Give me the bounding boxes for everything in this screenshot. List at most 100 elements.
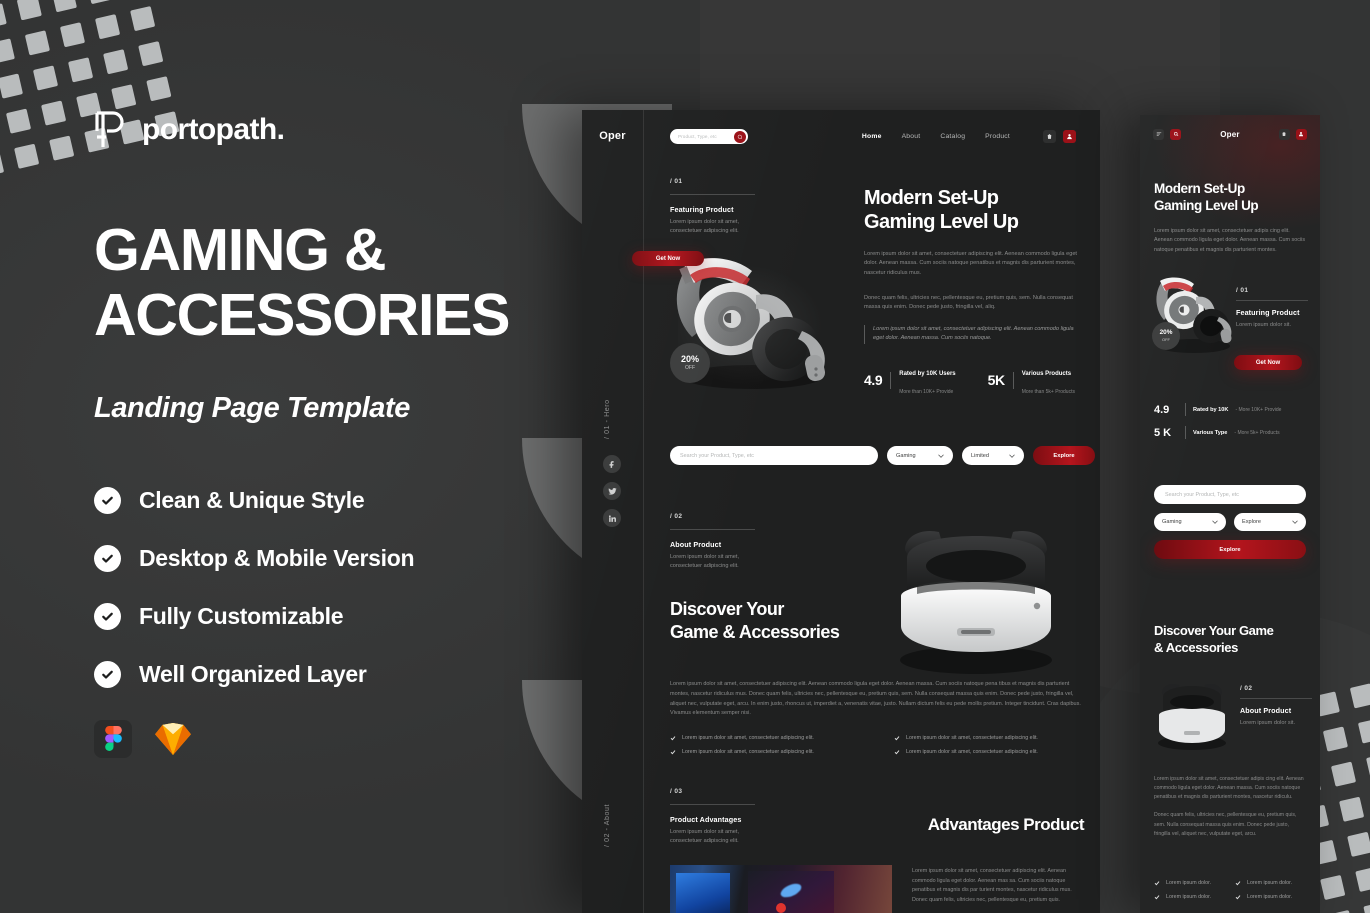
- headline-line-2: ACCESSORIES: [94, 281, 510, 348]
- about-heading-line-1: Discover Your: [670, 599, 784, 619]
- mobile-type-select[interactable]: Explore: [1234, 513, 1306, 531]
- brand-name: portopath.: [142, 113, 285, 146]
- list-item: Lorem ipsum dolor sit amet, consectetuer…: [894, 749, 1082, 755]
- about-heading-line-2: Game & Accessories: [670, 622, 840, 643]
- check-icon: [1154, 895, 1160, 900]
- section-title: Featuring Product: [670, 205, 734, 214]
- hero-section-label: / 01 Featuring Product Lorem ipsum dolor…: [670, 178, 762, 236]
- hero-heading: Modern Set-Up Gaming Level Up: [864, 186, 1080, 235]
- check-circle-icon: [94, 544, 121, 572]
- hero-paragraph-1: Lorem ipsum dolor sit amet, consectetuer…: [864, 250, 1077, 276]
- list-item: Lorem ipsum dolor.: [1154, 880, 1225, 886]
- list-item: Desktop & Mobile Version: [94, 544, 514, 572]
- check-icon: [670, 750, 676, 755]
- search-icon[interactable]: [1170, 128, 1181, 140]
- mobile-product-image: 20% OFF: [1148, 270, 1238, 358]
- check-icon: [670, 736, 676, 741]
- mobile-get-now-button[interactable]: Get Now: [1234, 355, 1302, 370]
- list-item: Lorem ipsum dolor sit amet, consectetuer…: [670, 749, 858, 755]
- hero-quote: Lorem ipsum dolor sit amet, consectetuer…: [864, 324, 1080, 345]
- twitter-icon[interactable]: [603, 482, 621, 500]
- portopath-logo-icon: [94, 110, 128, 150]
- section-desc: Lorem ipsum dolor sit.: [1240, 720, 1296, 726]
- stat-subtitle: More than 10K+ Provide: [899, 389, 954, 396]
- hero-content: Modern Set-Up Gaming Level Up Lorem ipsu…: [864, 186, 1080, 398]
- promo-panel: portopath. GAMING & ACCESSORIES Landing …: [94, 110, 514, 758]
- mobile-check-list: Lorem ipsum dolor. Lorem ipsum dolor. Lo…: [1154, 880, 1306, 900]
- vr-headset-illustration: [1158, 683, 1226, 750]
- check-circle-icon: [94, 602, 121, 630]
- mobile-category-value: Gaming: [1162, 519, 1182, 525]
- divider: [670, 529, 755, 530]
- divider: [1185, 426, 1186, 439]
- section-title: About Product: [670, 540, 722, 549]
- section-tag: / 02: [1240, 685, 1253, 692]
- page-title: GAMING & ACCESSORIES: [94, 218, 514, 348]
- section-tag: / 01: [670, 178, 683, 185]
- divider: [1240, 698, 1312, 699]
- mobile-explore-button[interactable]: Explore: [1154, 540, 1306, 559]
- nav-link-product[interactable]: Product: [985, 133, 1010, 140]
- chevron-down-icon: [938, 453, 944, 458]
- mobile-hero-paragraph: Lorem ipsum dolor sit amet, consectetuer…: [1154, 228, 1306, 253]
- bag-icon[interactable]: [1278, 128, 1290, 140]
- check-label: Lorem ipsum dolor.: [1247, 880, 1293, 886]
- mobile-about-heading: Discover Your Game & Accessories: [1154, 623, 1310, 657]
- nav-link-about[interactable]: About: [902, 133, 921, 140]
- stat-value: 5K: [987, 372, 1006, 389]
- social-links: [603, 455, 621, 536]
- section-desc: Lorem ipsum dolor sit amet, consectetuer…: [670, 829, 740, 844]
- check-label: Lorem ipsum dolor sit amet, consectetuer…: [682, 735, 814, 741]
- divider: [670, 804, 755, 805]
- feature-label: Well Organized Layer: [139, 660, 367, 687]
- page-subtitle: Landing Page Template: [94, 391, 411, 424]
- sidebar-rail: Oper / 01 - Hero / 02 - About: [582, 110, 644, 913]
- divider: [670, 194, 755, 195]
- advantages-media[interactable]: [670, 865, 892, 913]
- stat-item: 5 K Various Type - More 5k+ Products: [1154, 426, 1306, 439]
- get-now-button[interactable]: Get Now: [632, 251, 704, 266]
- section-title: Featuring Product: [1236, 308, 1300, 317]
- check-circle-icon: [94, 486, 121, 514]
- list-item: Lorem ipsum dolor sit amet, consectetuer…: [670, 735, 858, 741]
- linkedin-icon[interactable]: [603, 509, 621, 527]
- stat-item: 4.9 Rated by 10K Users More than 10K+ Pr…: [864, 362, 956, 398]
- about-section-label: / 02 About Product Lorem ipsum dolor sit…: [670, 513, 762, 571]
- mobile-select-row: Gaming Explore: [1154, 513, 1306, 531]
- advantages-section-label: / 03 Product Advantages Lorem ipsum dolo…: [670, 788, 762, 846]
- check-circle-icon: [94, 660, 121, 688]
- edition-select[interactable]: Limited: [962, 446, 1024, 465]
- search-input[interactable]: Product, Type, etc: [670, 129, 748, 144]
- mobile-category-select[interactable]: Gaming: [1154, 513, 1226, 531]
- desktop-navbar: Product, Type, etc Home About Catalog Pr…: [644, 110, 1100, 163]
- product-search-input[interactable]: Search your Product, Type, etc: [670, 446, 878, 465]
- category-select[interactable]: Gaming: [887, 446, 953, 465]
- mobile-hero-heading: Modern Set-Up Gaming Level Up: [1154, 180, 1304, 214]
- mobile-about-paragraph-1: Lorem ipsum dolor sit amet, consectetuer…: [1154, 776, 1304, 801]
- facebook-icon[interactable]: [603, 455, 621, 473]
- nav-link-catalog[interactable]: Catalog: [940, 133, 965, 140]
- mobile-featuring-block: / 01 Featuring Product Lorem ipsum dolor…: [1236, 287, 1312, 330]
- mobile-stats: 4.9 Rated by 10K - More 10K+ Provide 5 K…: [1154, 403, 1306, 449]
- hero-heading-line-2: Gaming Level Up: [864, 211, 1019, 234]
- mockup-logo: Oper: [599, 130, 626, 142]
- section-title: Product Advantages: [670, 815, 742, 824]
- search-icon[interactable]: [734, 130, 746, 143]
- check-label: Lorem ipsum dolor sit amet, consectetuer…: [906, 749, 1038, 755]
- section-title: About Product: [1240, 706, 1292, 715]
- list-item: Lorem ipsum dolor sit amet, consectetuer…: [894, 735, 1082, 741]
- list-item: Fully Customizable: [94, 602, 514, 630]
- discount-badge: 20% OFF: [670, 343, 710, 383]
- stat-value: 4.9: [1154, 403, 1170, 416]
- explore-button[interactable]: Explore: [1033, 446, 1095, 465]
- menu-icon[interactable]: [1153, 128, 1164, 140]
- bag-icon[interactable]: [1043, 130, 1056, 143]
- setup-photo-accent: [776, 903, 786, 913]
- nav-link-home[interactable]: Home: [862, 133, 882, 140]
- mobile-search-input[interactable]: Search your Product, Type, etc: [1154, 485, 1306, 504]
- check-label: Lorem ipsum dolor.: [1166, 894, 1212, 900]
- section-tag: / 02: [670, 513, 683, 520]
- user-icon[interactable]: [1295, 128, 1307, 140]
- user-icon[interactable]: [1063, 130, 1076, 143]
- mobile-mockup: Oper Modern Set-Up Gaming Level Up Lorem…: [1140, 115, 1320, 913]
